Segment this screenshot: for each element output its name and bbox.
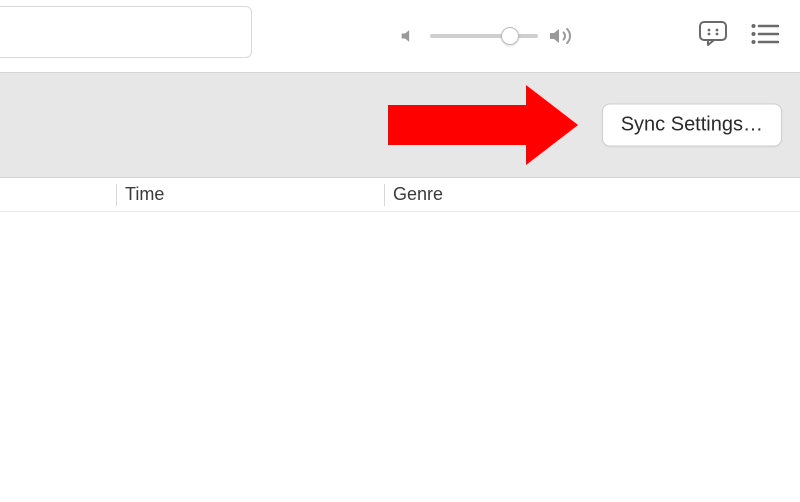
column-header-genre-label: Genre: [393, 184, 443, 205]
toolbar-right-icons: [698, 20, 780, 48]
column-header-time[interactable]: Time: [116, 184, 384, 206]
toolbar: [0, 0, 800, 72]
content-area: [0, 212, 800, 502]
lyrics-icon[interactable]: [698, 20, 728, 48]
search-input[interactable]: [0, 6, 252, 58]
device-banner: Sync Settings…: [0, 72, 800, 178]
column-headers: Time Genre: [0, 178, 800, 212]
queue-list-icon[interactable]: [750, 22, 780, 46]
sync-settings-button[interactable]: Sync Settings…: [602, 104, 782, 147]
volume-slider-track[interactable]: [430, 34, 538, 38]
volume-high-icon: [548, 24, 572, 48]
volume-control[interactable]: [400, 24, 572, 48]
volume-low-icon: [400, 26, 420, 46]
column-header-genre[interactable]: Genre: [384, 184, 800, 206]
column-header-time-label: Time: [125, 184, 164, 205]
volume-slider-thumb[interactable]: [501, 27, 519, 45]
annotation-arrow: [388, 85, 578, 165]
